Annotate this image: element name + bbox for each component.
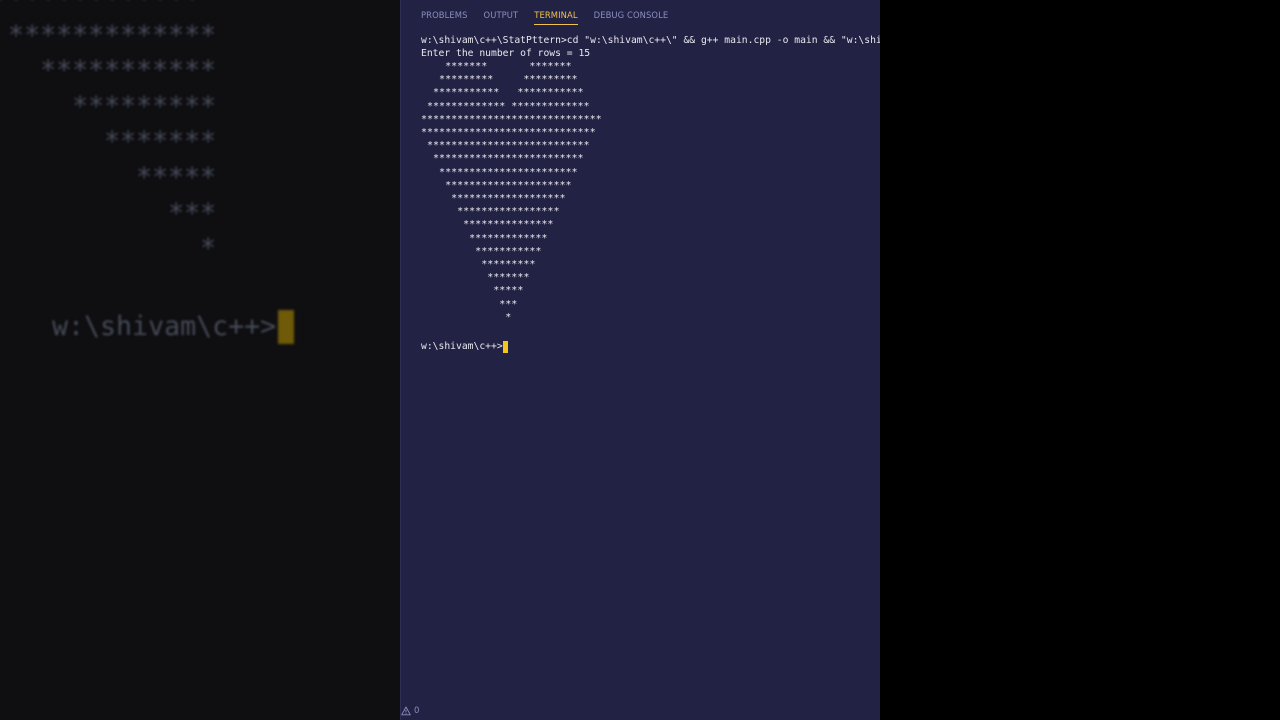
zoomed-prompt-text: w:\shivam\c++>	[52, 311, 277, 342]
command-line: w:\shivam\c++\StatPttern>cd "w:\shivam\c…	[421, 35, 880, 46]
terminal-output[interactable]: w:\shivam\c++\StatPttern>cd "w:\shivam\c…	[421, 34, 880, 324]
input-prompt-line: Enter the number of rows = 15	[421, 48, 591, 59]
terminal-panel[interactable]: PROBLEMS OUTPUT TERMINAL DEBUG CONSOLE w:\s…	[400, 0, 880, 720]
tab-problems[interactable]: PROBLEMS	[421, 0, 468, 24]
status-problems-indicator[interactable]: 0	[401, 706, 419, 716]
zoomed-cursor	[278, 309, 295, 344]
video-frame: ************* ** ********* **** ***** *****…	[0, 0, 1280, 720]
zoomed-terminal-preview: ************* ** ********* **** ***** *****…	[0, 0, 400, 720]
panel-tabs: PROBLEMS OUTPUT TERMINAL DEBUG CONSOLE	[421, 0, 684, 28]
problems-count: 0	[414, 706, 420, 716]
zoomed-prompt: w:\shivam\c++>	[52, 309, 295, 344]
letterbox-right	[880, 0, 1280, 720]
zoomed-pattern-output: ************* ** ********* **** ***** *****…	[0, 0, 217, 265]
shell-prompt[interactable]: w:\shivam\c++>	[421, 340, 508, 353]
tab-terminal[interactable]: TERMINAL	[534, 0, 578, 25]
star-pattern-output: ******* ******* ********* ********* ****…	[421, 61, 602, 323]
terminal-cursor	[502, 340, 508, 353]
shell-prompt-text: w:\shivam\c++>	[421, 341, 503, 352]
status-bar: 0	[401, 702, 880, 720]
tab-debug-console[interactable]: DEBUG CONSOLE	[594, 0, 669, 24]
tab-output[interactable]: OUTPUT	[484, 0, 519, 24]
warning-icon	[401, 706, 411, 716]
